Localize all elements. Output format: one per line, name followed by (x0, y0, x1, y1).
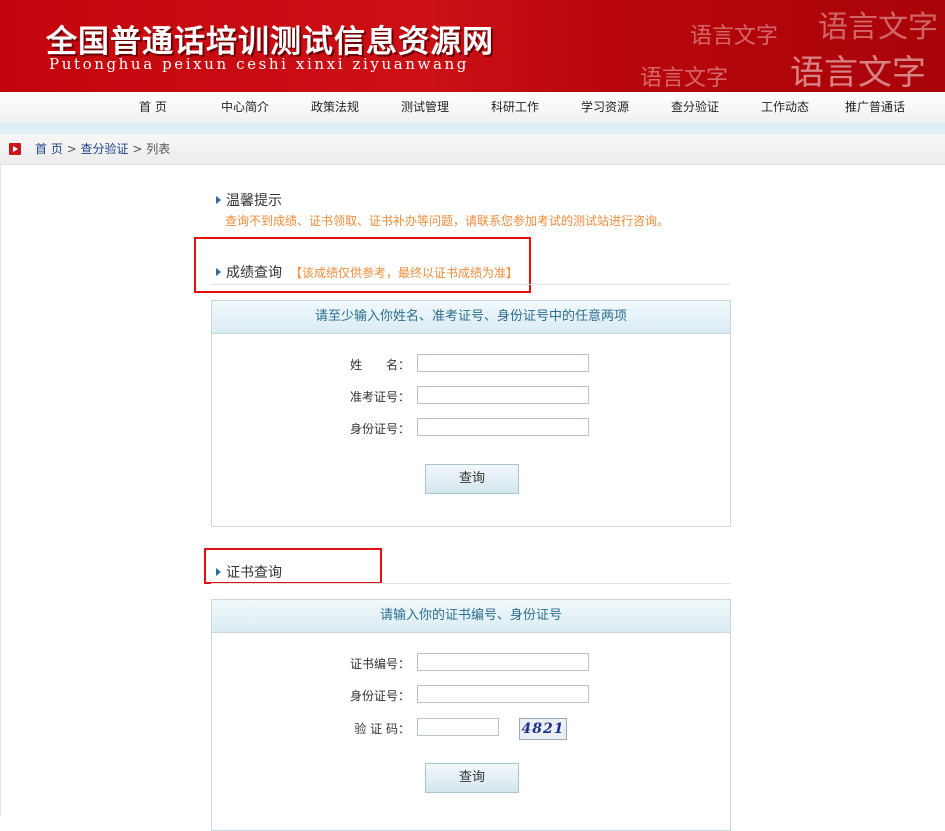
captcha-label: 验 证 码： (354, 722, 410, 736)
cert-number-label: 证书编号： (349, 657, 410, 671)
nav-item-score-verify[interactable]: 查分验证 (671, 92, 719, 122)
triangle-bullet-icon (216, 196, 221, 204)
captcha-row: 验 证 码： 4821 (212, 718, 730, 740)
tips-text: 查询不到成绩、证书领取、证书补办等问题，请联系您参加考试的测试站进行咨询。 (225, 214, 670, 228)
score-query-panel: 请至少输入你姓名、准考证号、身份证号中的任意两项 姓 名： 准考证号： 身份证号… (211, 300, 731, 527)
name-label: 姓 名： (349, 358, 410, 372)
ticket-row: 准考证号： (212, 386, 730, 408)
breadcrumb-separator: > (132, 142, 143, 156)
section-divider (211, 583, 731, 584)
cert-id-input[interactable] (417, 685, 589, 703)
id-number-input[interactable] (417, 418, 589, 436)
nav-item-learning-resources[interactable]: 学习资源 (581, 92, 629, 122)
cert-panel-title: 请输入你的证书编号、身份证号 (212, 600, 730, 633)
name-row: 姓 名： (212, 354, 730, 376)
nav-item-research[interactable]: 科研工作 (491, 92, 539, 122)
left-border (0, 165, 1, 815)
site-banner: 语言文字 语言文字 语言文字 语言文字 全国普通话培训测试信息资源网 Puton… (0, 0, 945, 92)
breadcrumb-separator: > (66, 142, 77, 156)
main-nav: 首 页 中心简介 政策法规 测试管理 科研工作 学习资源 查分验证 工作动态 推… (0, 92, 945, 123)
cert-id-label: 身份证号： (349, 689, 410, 703)
cert-search-button[interactable]: 查询 (425, 763, 519, 793)
play-arrow-icon (9, 143, 21, 155)
captcha-input[interactable] (417, 718, 499, 736)
name-input[interactable] (417, 354, 589, 372)
nav-item-promote[interactable]: 推广普通话 (845, 92, 905, 122)
banner-decoration: 语言文字 (790, 53, 926, 92)
banner-decoration: 语言文字 (640, 66, 729, 91)
tips-heading: 温馨提示 (216, 190, 282, 210)
breadcrumb-section-link[interactable]: 查分验证 (81, 142, 129, 156)
captcha-image[interactable]: 4821 (519, 718, 567, 740)
nav-item-home[interactable]: 首 页 (139, 92, 167, 122)
nav-item-policy[interactable]: 政策法规 (311, 92, 359, 122)
ticket-number-input[interactable] (417, 386, 589, 404)
ticket-label: 准考证号： (349, 390, 410, 404)
section-divider (211, 284, 731, 285)
site-subtitle: Putonghua peixun ceshi xinxi ziyuanwang (49, 55, 469, 73)
breadcrumb-home-link[interactable]: 首 页 (35, 142, 63, 156)
breadcrumb-current: 列表 (146, 142, 171, 156)
cert-number-row: 证书编号： (212, 653, 730, 675)
cert-query-panel: 请输入你的证书编号、身份证号 证书编号： 身份证号： 验 证 码： 4821 查… (211, 599, 731, 831)
tips-title: 温馨提示 (226, 193, 282, 209)
nav-item-about[interactable]: 中心简介 (221, 92, 269, 122)
score-panel-title: 请至少输入你姓名、准考证号、身份证号中的任意两项 (212, 301, 730, 334)
id-row: 身份证号： (212, 418, 730, 440)
highlight-box (204, 548, 382, 584)
nav-item-test-management[interactable]: 测试管理 (401, 92, 449, 122)
score-search-button[interactable]: 查询 (425, 464, 519, 494)
banner-decoration: 语言文字 (690, 24, 779, 49)
cert-id-row: 身份证号： (212, 685, 730, 707)
cert-number-input[interactable] (417, 653, 589, 671)
nav-item-news[interactable]: 工作动态 (761, 92, 809, 122)
id-label: 身份证号： (349, 422, 410, 436)
banner-decoration: 语言文字 (818, 10, 938, 45)
breadcrumb: 首 页 > 查分验证 > 列表 (0, 134, 945, 165)
